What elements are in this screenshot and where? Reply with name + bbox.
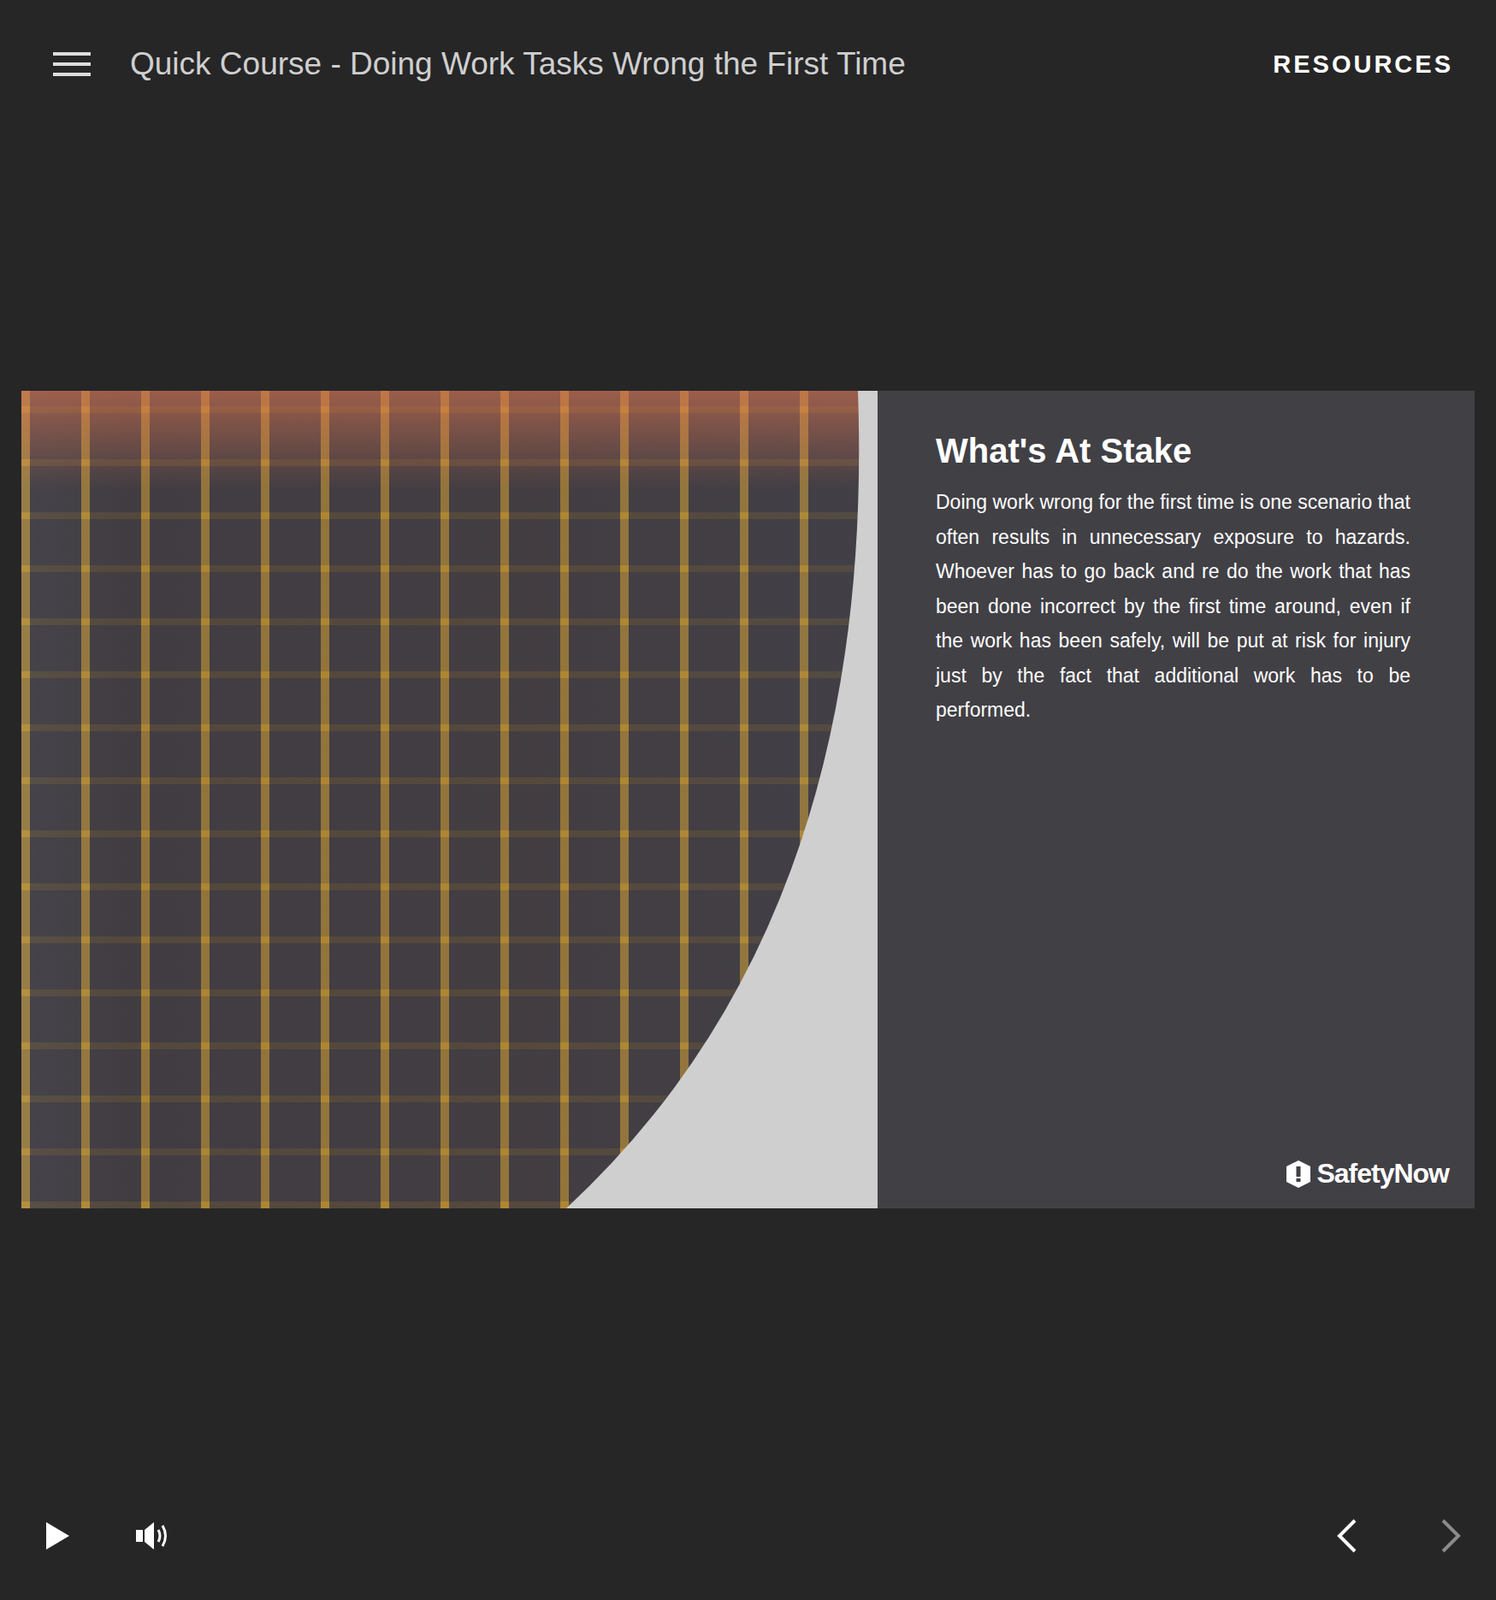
text-panel: What's At Stake Doing work wrong for the … xyxy=(877,390,1475,1209)
logo-text: SafetyNow xyxy=(1316,1158,1449,1190)
slide-body: Doing work wrong for the first time is o… xyxy=(935,484,1411,728)
slide-photo xyxy=(21,390,878,1209)
course-title: Quick Course - Doing Work Tasks Wrong th… xyxy=(130,46,1273,83)
resources-button[interactable]: RESOURCES xyxy=(1272,43,1454,86)
play-icon xyxy=(44,1521,71,1551)
menu-icon[interactable] xyxy=(53,52,91,77)
header-bar: Quick Course - Doing Work Tasks Wrong th… xyxy=(0,0,1496,129)
previous-button[interactable] xyxy=(1336,1519,1359,1554)
safetynow-logo: SafetyNow xyxy=(1283,1158,1449,1190)
slide-area: What's At Stake Doing work wrong for the … xyxy=(0,128,1496,1472)
player-controls xyxy=(0,1471,1496,1600)
play-button[interactable] xyxy=(44,1521,71,1551)
slide: What's At Stake Doing work wrong for the … xyxy=(21,390,1475,1209)
slide-heading: What's At Stake xyxy=(935,430,1411,472)
volume-button[interactable] xyxy=(135,1520,172,1552)
chevron-right-icon xyxy=(1439,1519,1462,1554)
chevron-left-icon xyxy=(1336,1519,1359,1554)
volume-icon xyxy=(135,1520,172,1552)
next-button xyxy=(1439,1519,1462,1554)
curve-overlay xyxy=(21,390,878,1209)
shield-icon xyxy=(1283,1159,1313,1189)
